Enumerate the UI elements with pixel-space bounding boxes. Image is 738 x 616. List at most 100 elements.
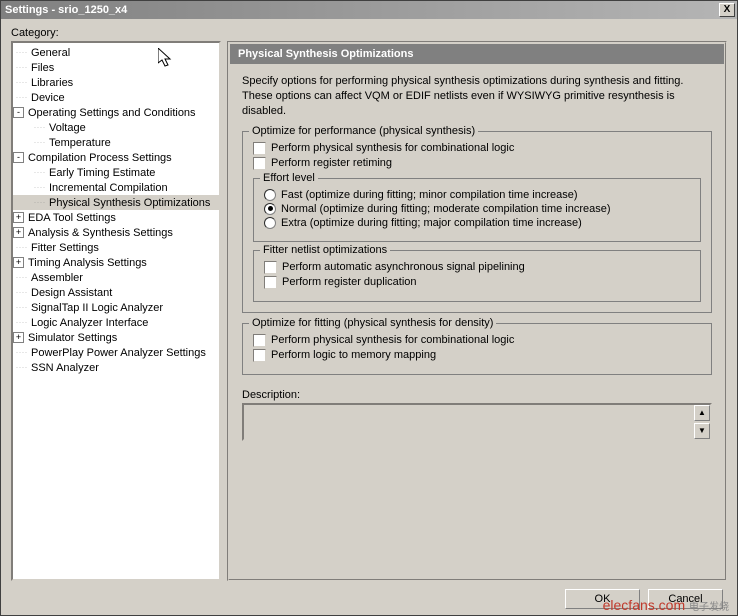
tree-item-files[interactable]: ····Files (13, 60, 219, 75)
close-button[interactable]: X (719, 3, 735, 17)
radio-effort-extra[interactable] (264, 217, 276, 229)
radio-effort-fast[interactable] (264, 189, 276, 201)
group-density-legend: Optimize for fitting (physical synthesis… (249, 317, 496, 329)
tree-item-design-assistant[interactable]: ····Design Assistant (13, 285, 219, 300)
window-title: Settings - srio_1250_x4 (5, 4, 719, 16)
tree-item-fitter-settings[interactable]: ····Fitter Settings (13, 240, 219, 255)
layout: ····General····Files····Libraries····Dev… (11, 41, 727, 581)
settings-window: Settings - srio_1250_x4 X Category: ····… (0, 0, 738, 616)
watermark: elecfans.com 电子发烧 (603, 597, 729, 613)
group-performance-legend: Optimize for performance (physical synth… (249, 125, 478, 137)
tree-branch-icon: ···· (31, 140, 49, 146)
chk-comb-logic-density-label: Perform physical synthesis for combinati… (271, 334, 514, 346)
content-area: Category: ····General····Files····Librar… (1, 19, 737, 615)
tree-item-label: Simulator Settings (28, 332, 117, 344)
tree-item-voltage[interactable]: ····Voltage (13, 120, 219, 135)
tree-branch-icon: ···· (13, 95, 31, 101)
chk-async-pipelining[interactable] (264, 261, 277, 274)
tree-branch-icon: ···· (13, 80, 31, 86)
tree-item-analysis-synthesis-settings[interactable]: + Analysis & Synthesis Settings (13, 225, 219, 240)
tree-item-label: Compilation Process Settings (28, 152, 172, 164)
settings-panel: Physical Synthesis Optimizations Specify… (227, 41, 727, 581)
tree-item-label: Libraries (31, 77, 73, 89)
chk-async-pipelining-label: Perform automatic asynchronous signal pi… (282, 261, 525, 273)
tree-branch-icon: ···· (13, 365, 31, 371)
scroll-up-button[interactable]: ▲ (694, 405, 710, 421)
chk-register-duplication[interactable] (264, 276, 277, 289)
description-label: Description: (242, 389, 712, 401)
tree-item-temperature[interactable]: ····Temperature (13, 135, 219, 150)
tree-item-label: Temperature (49, 137, 111, 149)
tree-branch-icon: ···· (13, 245, 31, 251)
tree-branch-icon: ···· (31, 125, 49, 131)
tree-item-label: Voltage (49, 122, 86, 134)
scroll-down-button[interactable]: ▼ (694, 423, 710, 439)
tree-item-label: Files (31, 62, 54, 74)
radio-effort-normal[interactable] (264, 203, 276, 215)
chk-register-duplication-label: Perform register duplication (282, 276, 417, 288)
panel-header: Physical Synthesis Optimizations (230, 44, 724, 64)
tree-item-label: Operating Settings and Conditions (28, 107, 196, 119)
tree-branch-icon: ···· (13, 290, 31, 296)
tree-item-device[interactable]: ····Device (13, 90, 219, 105)
tree-item-label: Device (31, 92, 65, 104)
group-fitter-netlist: Fitter netlist optimizations Perform aut… (253, 250, 701, 302)
chk-logic-memory-mapping[interactable] (253, 349, 266, 362)
tree-item-eda-tool-settings[interactable]: + EDA Tool Settings (13, 210, 219, 225)
tree-branch-icon: ···· (13, 305, 31, 311)
tree-item-ssn-analyzer[interactable]: ····SSN Analyzer (13, 360, 219, 375)
tree-item-label: PowerPlay Power Analyzer Settings (31, 347, 206, 359)
chk-register-retiming[interactable] (253, 157, 266, 170)
tree-item-label: Physical Synthesis Optimizations (49, 197, 210, 209)
tree-item-early-timing-estimate[interactable]: ····Early Timing Estimate (13, 165, 219, 180)
titlebar: Settings - srio_1250_x4 X (1, 1, 737, 19)
tree-item-label: Fitter Settings (31, 242, 99, 254)
tree-item-label: Incremental Compilation (49, 182, 168, 194)
tree-branch-icon: ···· (31, 185, 49, 191)
tree-item-physical-synthesis-optimizations[interactable]: ····Physical Synthesis Optimizations (13, 195, 219, 210)
panel-description: Specify options for performing physical … (242, 74, 712, 119)
tree-item-label: Analysis & Synthesis Settings (28, 227, 173, 239)
group-effort-level: Effort level Fast (optimize during fitti… (253, 178, 701, 242)
tree-item-libraries[interactable]: ····Libraries (13, 75, 219, 90)
tree-item-general[interactable]: ····General (13, 45, 219, 60)
tree-expand-icon[interactable]: + (13, 332, 24, 343)
tree-item-label: SignalTap II Logic Analyzer (31, 302, 163, 314)
panel-body: Specify options for performing physical … (230, 64, 724, 578)
tree-item-logic-analyzer-interface[interactable]: ····Logic Analyzer Interface (13, 315, 219, 330)
tree-branch-icon: ···· (31, 200, 49, 206)
tree-item-assembler[interactable]: ····Assembler (13, 270, 219, 285)
tree-expand-icon[interactable]: - (13, 107, 24, 118)
tree-item-powerplay-power-analyzer-settings[interactable]: ····PowerPlay Power Analyzer Settings (13, 345, 219, 360)
chk-comb-logic-perf[interactable] (253, 142, 266, 155)
tree-item-timing-analysis-settings[interactable]: + Timing Analysis Settings (13, 255, 219, 270)
chk-logic-memory-mapping-label: Perform logic to memory mapping (271, 349, 436, 361)
chk-comb-logic-perf-label: Perform physical synthesis for combinati… (271, 142, 514, 154)
group-fitter-legend: Fitter netlist optimizations (260, 244, 390, 256)
tree-item-label: EDA Tool Settings (28, 212, 116, 224)
description-textarea[interactable]: ▲ ▼ (242, 403, 712, 441)
category-tree[interactable]: ····General····Files····Libraries····Dev… (11, 41, 221, 581)
tree-branch-icon: ···· (13, 275, 31, 281)
group-performance: Optimize for performance (physical synth… (242, 131, 712, 313)
tree-expand-icon[interactable]: - (13, 152, 24, 163)
tree-item-simulator-settings[interactable]: + Simulator Settings (13, 330, 219, 345)
tree-branch-icon: ···· (13, 350, 31, 356)
tree-item-label: General (31, 47, 70, 59)
chk-comb-logic-density[interactable] (253, 334, 266, 347)
tree-item-incremental-compilation[interactable]: ····Incremental Compilation (13, 180, 219, 195)
tree-branch-icon: ···· (31, 170, 49, 176)
category-label: Category: (11, 27, 727, 39)
tree-item-label: Assembler (31, 272, 83, 284)
tree-item-label: Logic Analyzer Interface (31, 317, 148, 329)
tree-item-label: SSN Analyzer (31, 362, 99, 374)
tree-item-operating-settings-and-conditions[interactable]: -Operating Settings and Conditions (13, 105, 219, 120)
tree-expand-icon[interactable]: + (13, 227, 24, 238)
tree-expand-icon[interactable]: + (13, 212, 24, 223)
group-density: Optimize for fitting (physical synthesis… (242, 323, 712, 375)
tree-item-label: Timing Analysis Settings (28, 257, 147, 269)
tree-expand-icon[interactable]: + (13, 257, 24, 268)
tree-branch-icon: ···· (13, 320, 31, 326)
tree-item-signaltap-ii-logic-analyzer[interactable]: ····SignalTap II Logic Analyzer (13, 300, 219, 315)
tree-item-compilation-process-settings[interactable]: -Compilation Process Settings (13, 150, 219, 165)
